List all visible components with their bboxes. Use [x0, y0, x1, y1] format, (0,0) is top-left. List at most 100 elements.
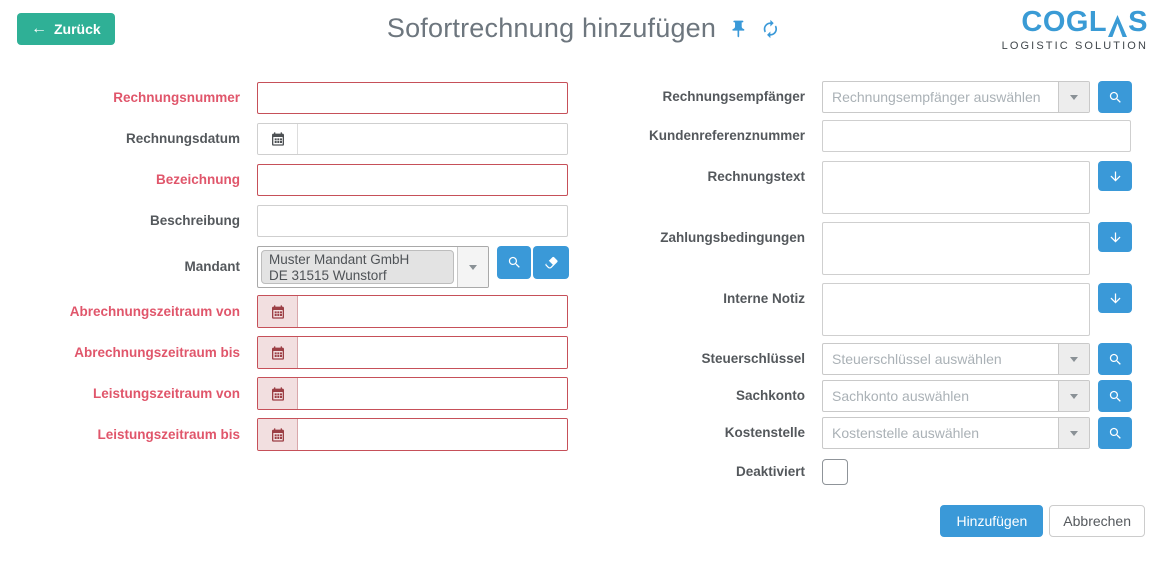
abrechnungszeitraum-von-input[interactable]	[298, 296, 567, 327]
rechnungsempfaenger-search-button[interactable]	[1098, 81, 1132, 113]
rechnungsdatum-label: Rechnungsdatum	[0, 123, 257, 155]
field-row-rechnungsnummer: Rechnungsnummer	[0, 82, 575, 114]
leistungszeitraum-von-label: Leistungszeitraum von	[0, 377, 257, 410]
kundenreferenznummer-input[interactable]	[822, 120, 1131, 152]
rechnungsempfaenger-label: Rechnungsempfänger	[640, 81, 822, 113]
field-row-abrechnungszeitraum-bis: Abrechnungszeitraum bis	[0, 336, 575, 369]
coglas-logo: COGLS LOGISTIC SOLUTION	[1002, 8, 1148, 52]
bezeichnung-input[interactable]	[257, 164, 568, 196]
chevron-down-icon[interactable]	[457, 247, 488, 287]
page-header: Sofortrechnung hinzufügen	[387, 13, 780, 44]
mandant-value-line1: Muster Mandant GmbH	[269, 252, 446, 268]
abrechnungszeitraum-bis-input[interactable]	[298, 337, 567, 368]
field-row-leistungszeitraum-von: Leistungszeitraum von	[0, 377, 575, 410]
deaktiviert-label: Deaktiviert	[640, 459, 822, 485]
mandant-label: Mandant	[0, 246, 257, 288]
chevron-down-icon[interactable]	[1058, 381, 1089, 411]
sachkonto-search-button[interactable]	[1098, 380, 1132, 412]
field-row-abrechnungszeitraum-von: Abrechnungszeitraum von	[0, 295, 575, 328]
cancel-button[interactable]: Abbrechen	[1049, 505, 1145, 537]
interne-notiz-download-button[interactable]	[1098, 283, 1132, 313]
rechnungstext-label: Rechnungstext	[640, 161, 822, 193]
field-row-deaktiviert: Deaktiviert	[640, 459, 1167, 485]
rechnungsempfaenger-select[interactable]: Rechnungsempfänger auswählen	[822, 81, 1090, 113]
search-icon	[1108, 426, 1123, 441]
search-icon	[1108, 389, 1123, 404]
kostenstelle-search-button[interactable]	[1098, 417, 1132, 449]
leistungszeitraum-von-input[interactable]	[298, 378, 567, 409]
deaktiviert-checkbox[interactable]	[822, 459, 848, 485]
field-row-mandant: Mandant Muster Mandant GmbH DE 31515 Wun…	[0, 246, 575, 288]
interne-notiz-label: Interne Notiz	[640, 283, 822, 315]
field-row-bezeichnung: Bezeichnung	[0, 164, 575, 196]
rechnungstext-textarea[interactable]	[822, 161, 1090, 214]
rechnungstext-download-button[interactable]	[1098, 161, 1132, 191]
arrow-down-icon	[1108, 291, 1123, 306]
field-row-rechnungstext: Rechnungstext	[640, 161, 1167, 214]
field-row-zahlungsbedingungen: Zahlungsbedingungen	[640, 222, 1167, 275]
zahlungsbedingungen-label: Zahlungsbedingungen	[640, 222, 822, 254]
mandant-selected-value: Muster Mandant GmbH DE 31515 Wunstorf	[261, 250, 454, 284]
abrechnungszeitraum-von-label: Abrechnungszeitraum von	[0, 295, 257, 328]
field-row-interne-notiz: Interne Notiz	[640, 283, 1167, 336]
kundenreferenznummer-label: Kundenreferenznummer	[640, 120, 822, 152]
arrow-down-icon	[1108, 230, 1123, 245]
refresh-icon[interactable]	[760, 19, 780, 39]
arrow-left-icon: ←	[31, 21, 47, 37]
field-row-rechnungsdatum: Rechnungsdatum	[0, 123, 575, 155]
submit-button[interactable]: Hinzufügen	[940, 505, 1043, 537]
sachkonto-label: Sachkonto	[640, 380, 822, 412]
form-left-column: Rechnungsnummer Rechnungsdatum Bezeichnu…	[0, 82, 575, 451]
steuerschluessel-placeholder: Steuerschlüssel auswählen	[823, 344, 1058, 374]
chevron-down-icon[interactable]	[1058, 82, 1089, 112]
calendar-icon[interactable]	[258, 419, 298, 450]
search-icon	[1108, 90, 1123, 105]
chevron-down-icon[interactable]	[1058, 344, 1089, 374]
back-button-label: Zurück	[54, 21, 101, 37]
field-row-leistungszeitraum-bis: Leistungszeitraum bis	[0, 418, 575, 451]
zahlungsbedingungen-textarea[interactable]	[822, 222, 1090, 275]
mandant-value-line2: DE 31515 Wunstorf	[269, 268, 446, 284]
rechnungsnummer-input[interactable]	[257, 82, 568, 114]
bezeichnung-label: Bezeichnung	[0, 164, 257, 196]
rechnungsdatum-input[interactable]	[298, 124, 567, 154]
kostenstelle-select[interactable]: Kostenstelle auswählen	[822, 417, 1090, 449]
calendar-icon[interactable]	[258, 378, 298, 409]
mandant-search-button[interactable]	[497, 246, 531, 279]
kostenstelle-label: Kostenstelle	[640, 417, 822, 449]
form-actions: Hinzufügen Abbrechen	[940, 505, 1145, 537]
beschreibung-input[interactable]	[257, 205, 568, 237]
zahlungsbedingungen-download-button[interactable]	[1098, 222, 1132, 252]
field-row-beschreibung: Beschreibung	[0, 205, 575, 237]
steuerschluessel-select[interactable]: Steuerschlüssel auswählen	[822, 343, 1090, 375]
leistungszeitraum-bis-field	[257, 418, 568, 451]
field-row-rechnungsempfaenger: Rechnungsempfänger Rechnungsempfänger au…	[640, 81, 1167, 113]
steuerschluessel-label: Steuerschlüssel	[640, 343, 822, 375]
calendar-icon[interactable]	[258, 337, 298, 368]
abrechnungszeitraum-von-field	[257, 295, 568, 328]
abrechnungszeitraum-bis-field	[257, 336, 568, 369]
back-button[interactable]: ← Zurück	[17, 13, 115, 45]
mandant-select[interactable]: Muster Mandant GmbH DE 31515 Wunstorf	[257, 246, 489, 288]
logo-subtitle: LOGISTIC SOLUTION	[1002, 40, 1148, 52]
field-row-kundenreferenznummer: Kundenreferenznummer	[640, 120, 1167, 152]
logo-wordmark: COGLS	[1002, 8, 1148, 37]
page-title: Sofortrechnung hinzufügen	[387, 13, 716, 44]
form-right-column: Rechnungsempfänger Rechnungsempfänger au…	[640, 81, 1167, 485]
sachkonto-select[interactable]: Sachkonto auswählen	[822, 380, 1090, 412]
leistungszeitraum-bis-input[interactable]	[298, 419, 567, 450]
interne-notiz-textarea[interactable]	[822, 283, 1090, 336]
logo-triangle-a-icon	[1108, 15, 1127, 37]
steuerschluessel-search-button[interactable]	[1098, 343, 1132, 375]
field-row-steuerschluessel: Steuerschlüssel Steuerschlüssel auswähle…	[640, 343, 1167, 375]
field-row-kostenstelle: Kostenstelle Kostenstelle auswählen	[640, 417, 1167, 449]
kostenstelle-placeholder: Kostenstelle auswählen	[823, 418, 1058, 448]
mandant-clear-button[interactable]	[533, 246, 569, 279]
chevron-down-icon[interactable]	[1058, 418, 1089, 448]
field-row-sachkonto: Sachkonto Sachkonto auswählen	[640, 380, 1167, 412]
pin-icon[interactable]	[728, 19, 748, 39]
eraser-icon	[544, 255, 559, 270]
logo-text: COGL	[1021, 8, 1107, 37]
calendar-icon[interactable]	[258, 296, 298, 327]
calendar-icon[interactable]	[258, 124, 298, 154]
